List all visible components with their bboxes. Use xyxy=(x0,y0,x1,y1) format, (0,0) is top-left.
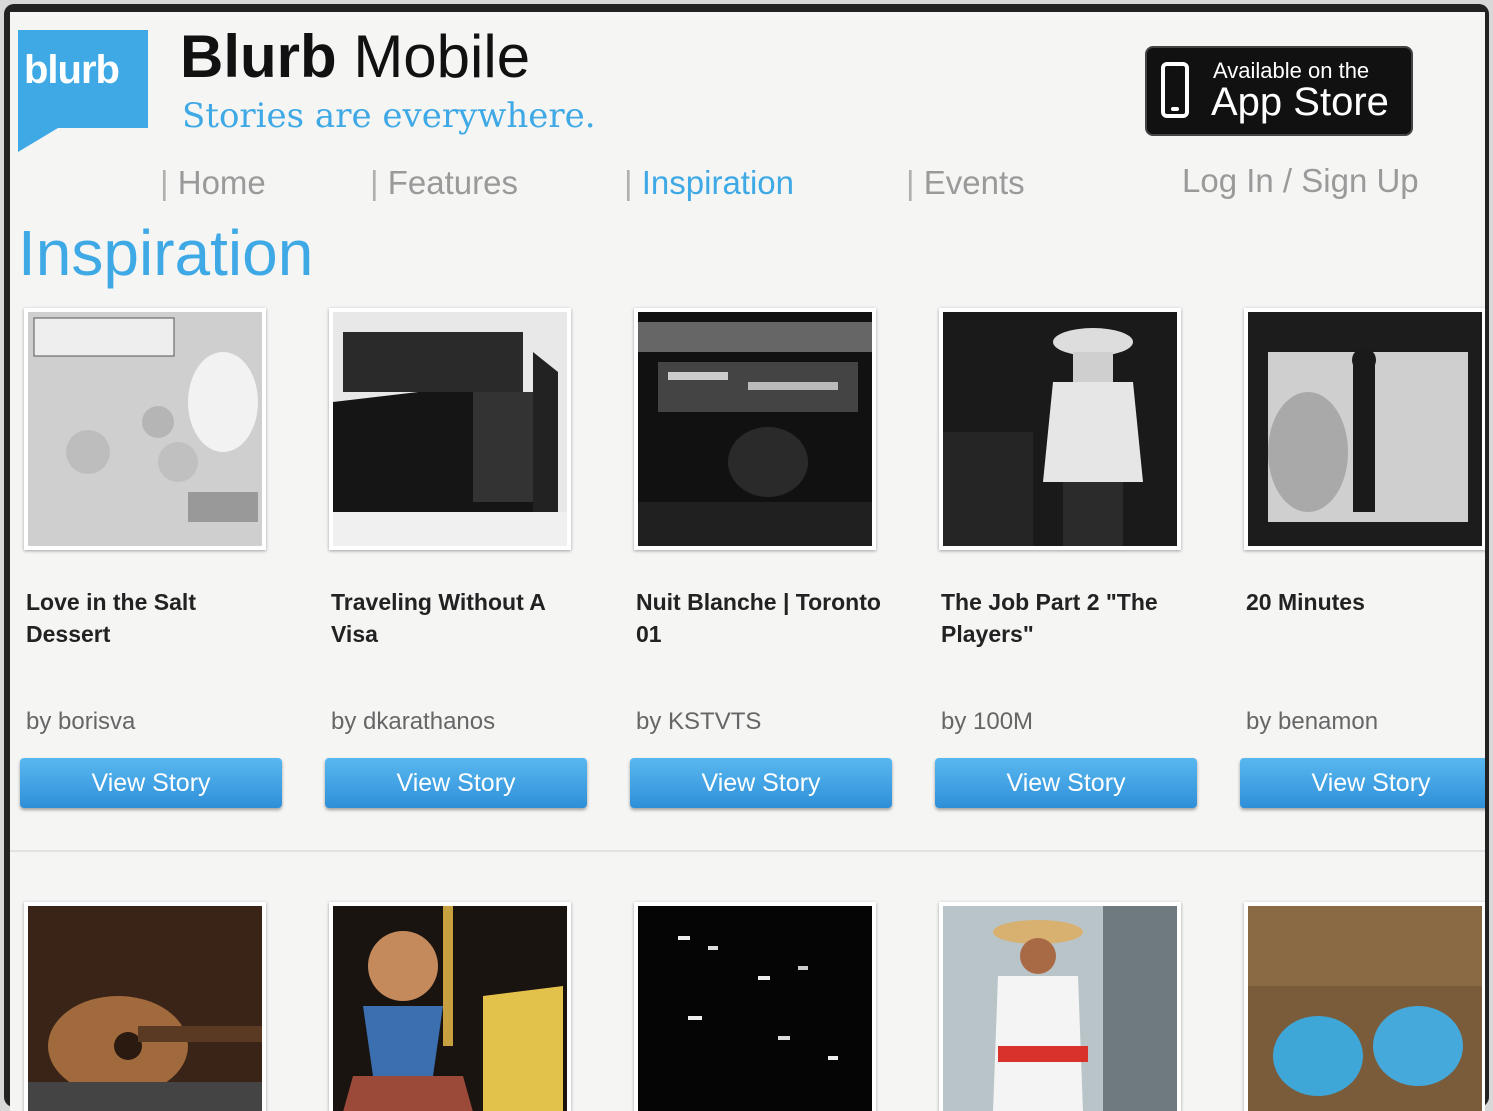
nav-separator: | xyxy=(160,164,169,201)
nav-events[interactable]: | Events xyxy=(906,164,1025,202)
page-title: Inspiration xyxy=(18,217,314,289)
story-thumbnail[interactable] xyxy=(939,902,1181,1111)
view-story-button[interactable]: View Story xyxy=(20,758,282,808)
app-store-big-text: App Store xyxy=(1211,80,1389,124)
story-title[interactable]: Traveling Without A Visa xyxy=(331,586,581,650)
story-author[interactable]: by benamon xyxy=(1246,708,1378,736)
story-image xyxy=(28,312,262,546)
story-image xyxy=(333,906,567,1111)
row-divider xyxy=(10,850,1485,852)
story-image xyxy=(28,906,262,1111)
nav-home[interactable]: | Home xyxy=(160,164,266,202)
story-thumbnail[interactable] xyxy=(634,308,876,550)
story-image xyxy=(943,312,1177,546)
story-author[interactable]: by 100M xyxy=(941,708,1033,736)
nav-separator: | xyxy=(624,164,633,201)
story-title[interactable]: Nuit Blanche | Toronto 01 xyxy=(636,586,886,650)
story-thumbnail[interactable] xyxy=(24,308,266,550)
story-image xyxy=(638,906,872,1111)
login-signup-link[interactable]: Log In / Sign Up xyxy=(1182,162,1419,200)
nav-features[interactable]: | Features xyxy=(370,164,518,202)
iphone-icon xyxy=(1161,62,1189,118)
nav-inspiration-label: Inspiration xyxy=(641,164,795,201)
logo-tail-shape xyxy=(18,128,58,152)
brand-title-bold: Blurb xyxy=(180,23,337,90)
nav-separator: | xyxy=(906,164,915,201)
app-store-badge[interactable]: Available on the App Store xyxy=(1145,46,1413,136)
view-story-button[interactable]: View Story xyxy=(1240,758,1485,808)
story-author[interactable]: by KSTVTS xyxy=(636,708,761,736)
story-title[interactable]: The Job Part 2 "The Players" xyxy=(941,586,1191,650)
brand-title-rest: Mobile xyxy=(336,23,531,90)
story-thumbnail[interactable] xyxy=(329,902,571,1111)
nav-events-label: Events xyxy=(923,164,1025,201)
story-title[interactable]: Love in the Salt Dessert xyxy=(26,586,276,650)
story-thumbnail[interactable] xyxy=(939,308,1181,550)
story-image xyxy=(943,906,1177,1111)
tagline: Stories are everywhere. xyxy=(182,96,596,136)
story-image xyxy=(1248,906,1482,1111)
story-image xyxy=(1248,312,1482,546)
logo-text: blurb xyxy=(24,48,120,92)
story-thumbnail[interactable] xyxy=(1244,902,1485,1111)
story-image xyxy=(333,312,567,546)
nav-home-label: Home xyxy=(177,164,266,201)
brand-title: Blurb Mobile xyxy=(180,22,530,91)
story-author[interactable]: by borisva xyxy=(26,708,135,736)
story-image xyxy=(638,312,872,546)
web-page: blurb Blurb Mobile Stories are everywher… xyxy=(10,12,1485,1111)
view-story-button[interactable]: View Story xyxy=(935,758,1197,808)
view-story-button[interactable]: View Story xyxy=(325,758,587,808)
story-title[interactable]: 20 Minutes xyxy=(1246,586,1485,618)
nav-features-label: Features xyxy=(387,164,518,201)
view-story-button[interactable]: View Story xyxy=(630,758,892,808)
story-author[interactable]: by dkarathanos xyxy=(331,708,495,736)
nav-inspiration[interactable]: | Inspiration xyxy=(624,164,794,202)
story-thumbnail[interactable] xyxy=(24,902,266,1111)
story-thumbnail[interactable] xyxy=(329,308,571,550)
nav-separator: | xyxy=(370,164,379,201)
story-thumbnail[interactable] xyxy=(1244,308,1485,550)
story-thumbnail[interactable] xyxy=(634,902,876,1111)
